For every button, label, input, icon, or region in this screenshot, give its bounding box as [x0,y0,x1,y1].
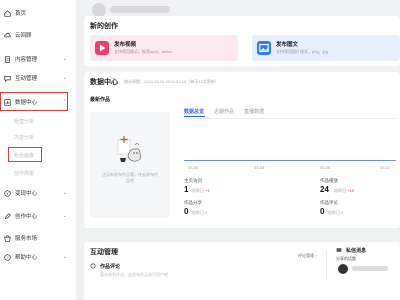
sidebar-item-label: 数据中心 [15,100,38,106]
main-content: 新的创作 发布视频 支持常用格式，推荐mp4、webm 发布图文 支持常用图片格… [80,0,400,300]
comments-label[interactable]: 作品评论 [100,263,120,270]
document-icon [5,55,10,63]
chart-icon [4,98,11,106]
metric-change: 较昨日 0 [328,210,344,215]
publish-video-button[interactable]: 发布视频 支持常用格式，推荐mp4、webm [90,35,238,61]
image-icon [257,41,271,55]
interaction-title: 互动管理 [90,249,118,256]
card-divider [326,250,327,280]
publish-video-desc: 支持常用格式，推荐mp4、webm [114,49,173,54]
sidebar-item-cloud[interactable]: 云回顾 [0,28,76,42]
chat-icon [4,75,11,82]
x-tick-3: 03-07 [380,165,391,170]
publish-video-title: 发布视频 [114,42,137,48]
trend-baseline [184,160,396,162]
update-note: 统计周期：2024-03-04-2024-03-10（每天12点更新） [124,79,219,84]
sidebar-item-label: 创作中心 [15,214,38,220]
chevron-down-icon: ⌄ [62,190,67,196]
help-icon: ? [4,253,11,261]
dm-sub: 分享的话题 [336,256,356,261]
sidebar-item-help[interactable]: ? 帮助中心 ⌄ [0,250,76,264]
pen-icon [4,212,11,219]
sidebar-item-label: 服务市场 [15,236,38,242]
avatar[interactable] [92,3,106,17]
sidebar-item-monetize[interactable]: ¥ 变现中心 ⌄ [0,186,76,200]
metric-value: 24 [320,185,329,194]
new-creation-card: 新的创作 发布视频 支持常用格式，推荐mp4、webm 发布图文 支持常用图片格… [84,16,400,66]
metric-value: 1 [184,185,189,194]
sidebar-item-label: 内容管理 [15,57,38,63]
tab-underline [184,116,205,117]
tab-live-data[interactable]: 直播数据 [244,108,264,115]
metric-change: 较昨日 +1 [192,188,210,193]
data-center-card: 数据中心 统计周期：2024-03-04-2024-03-10（每天12点更新）… [84,72,400,228]
empty-works-text: 还没有发布作品哦，快去发布作品吧 [102,172,158,183]
sidebar-item-label: 首页 [15,11,27,17]
sidebar: 首页 云回顾 内容管理 ⌄ 互动管理 ⌄ 数据中心 ⌃ 经营分析 内容分析 粉丝… [0,0,76,300]
comment-icon [90,263,96,269]
cloud-icon [4,32,11,37]
publish-image-title: 发布图文 [276,42,299,48]
sidebar-item-label: 变现中心 [15,191,38,197]
x-tick-1: 03-05 [254,165,265,170]
sidebar-item-content[interactable]: 内容管理 ⌄ [0,52,76,66]
metric-label: 作品评论 [320,200,338,205]
tabs-divider [184,118,396,119]
metric-label: 作品播放 [320,178,338,183]
comments-desc: 暂未收到评论，去发布作品吸引用户吧 [100,272,168,277]
sub-item-weekly-report[interactable]: 创作周报 [14,170,34,177]
interaction-card: 互动管理 作品评论 暂未收到评论，去发布作品吸引用户吧 评论管理 › 私信消息 … [84,242,400,300]
home-icon [4,9,11,17]
chevron-down-icon: ⌄ [62,213,67,219]
tab-recent-works[interactable]: 近期作品 [214,108,234,115]
dm-preview-blurred [352,266,388,271]
dm-avatar[interactable] [338,264,348,274]
metric-value: 0 [320,207,325,216]
x-tick-2: 03-06 [320,165,331,170]
chevron-down-icon: ⌄ [62,254,67,260]
publish-image-desc: 支持常用图片格式，png、jpg [276,49,329,54]
svg-text:?: ? [7,255,9,259]
sidebar-item-home[interactable]: 首页 [0,6,76,20]
x-tick-0: 03-04 [188,165,199,170]
metric-change: 较昨日 +15 [334,188,354,193]
empty-works-illustration [117,136,141,162]
sub-item-fan-profile[interactable]: 粉丝画像 [14,152,34,159]
sidebar-item-interaction[interactable]: 互动管理 ⌄ [0,71,76,85]
sidebar-item-label: 云回顾 [15,33,32,39]
chevron-up-icon: ⌃ [62,99,67,105]
sub-item-content-analysis[interactable]: 内容分析 [14,134,34,141]
video-icon [95,41,109,55]
sub-item-business-analysis[interactable]: 经营分析 [14,118,34,125]
comment-manage-link[interactable]: 评论管理 › [298,253,316,259]
metric-label: 作品分享 [184,200,202,205]
sidebar-item-create[interactable]: 创作中心 ⌄ [0,209,76,223]
sidebar-item-label: 互动管理 [15,76,38,82]
latest-works-label: 最新作品 [90,97,111,103]
sidebar-item-service-market[interactable]: 服务市场 [0,231,76,245]
sidebar-item-data-center[interactable]: 数据中心 ⌃ [0,95,76,109]
empty-works-box: 还没有发布作品哦，快去发布作品吧 [90,112,170,218]
new-creation-title: 新的创作 [90,23,118,30]
sidebar-item-label: 帮助中心 [15,255,38,261]
chevron-down-icon: ⌄ [62,75,67,81]
svg-text:¥: ¥ [7,191,9,195]
dm-label[interactable]: 私信消息 [346,247,366,254]
chevron-down-icon: ⌄ [62,56,67,62]
metric-value: 0 [184,207,189,216]
username-blurred [110,6,170,13]
tab-overview[interactable]: 数据总览 [184,108,204,115]
message-icon [336,248,342,252]
shop-icon [4,234,11,242]
metric-label: 主页访问 [184,178,202,183]
publish-image-button[interactable]: 发布图文 支持常用图片格式，png、jpg [252,35,400,61]
money-icon: ¥ [4,189,11,197]
metric-change: 较昨日 0 [192,210,208,215]
data-center-title: 数据中心 [90,79,118,86]
